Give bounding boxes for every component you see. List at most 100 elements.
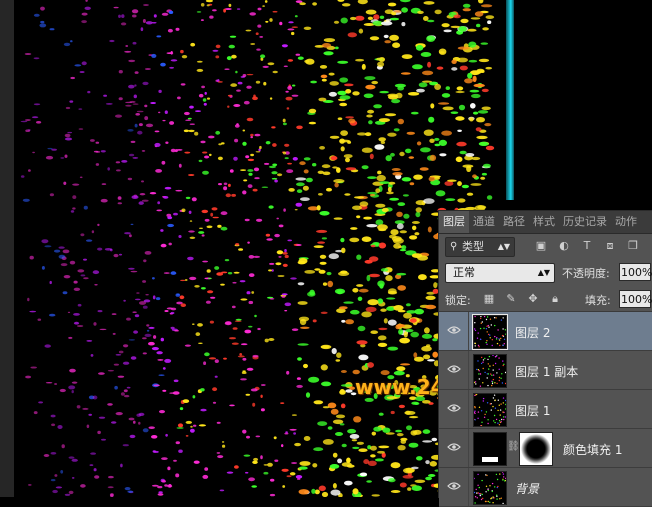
particle-dot — [88, 413, 92, 416]
particle-dot — [387, 346, 399, 351]
layer-name[interactable]: 图层 1 副本 — [515, 363, 578, 380]
particle-dot — [164, 310, 169, 312]
particle-dot — [268, 205, 274, 209]
eye-icon[interactable] — [447, 481, 461, 491]
eye-icon[interactable] — [447, 403, 461, 413]
smart-object-filter-icon[interactable]: ❐ — [627, 240, 639, 252]
tab-channels[interactable]: 通道 — [469, 211, 499, 233]
particle-dot — [320, 311, 328, 314]
thumbnail-dot — [480, 322, 482, 324]
layer-row-layer-1[interactable]: 图层 1 — [439, 390, 652, 429]
shape-filter-icon[interactable]: ⧈ — [604, 240, 616, 252]
thumbnail-dot — [497, 329, 499, 331]
particle-dot — [379, 15, 385, 19]
fill-input[interactable]: 100% — [619, 290, 652, 308]
adjustment-filter-icon[interactable]: ◐ — [558, 240, 570, 252]
layer-name[interactable]: 颜色填充 1 — [563, 441, 622, 458]
particle-dot — [128, 339, 135, 341]
particle-dot — [385, 18, 392, 22]
particle-dot — [328, 72, 335, 76]
particle-dot — [269, 97, 273, 100]
particle-dot — [196, 60, 203, 63]
thumbnail-dot — [474, 345, 476, 347]
particle-dot — [242, 141, 247, 146]
thumbnail-dot — [502, 402, 504, 404]
eye-icon[interactable] — [447, 325, 461, 335]
thumbnail-dot — [501, 373, 503, 375]
filter-kind-select[interactable]: ⚲ 类型 ▲▼ — [445, 237, 515, 257]
tab-layers[interactable]: 图层 — [439, 211, 469, 233]
layer-row-layer-2[interactable]: 图层 2 — [439, 312, 652, 351]
thumbnail-dot — [492, 502, 494, 504]
tab-paths[interactable]: 路径 — [499, 211, 529, 233]
particle-dot — [124, 394, 130, 398]
thumbnail-dot — [482, 400, 484, 402]
particle-dot — [97, 430, 101, 435]
particle-dot — [78, 128, 84, 130]
particle-dot — [322, 406, 330, 409]
type-filter-icon[interactable]: T — [581, 240, 593, 252]
thumbnail-dot — [495, 473, 498, 476]
particle-dot — [438, 102, 450, 105]
image-filter-icon[interactable]: ▣ — [535, 240, 547, 252]
layer-name[interactable]: 背景 — [515, 480, 539, 497]
particle-dot — [339, 138, 345, 144]
thumbnail-dot — [492, 374, 495, 376]
particle-dot — [41, 266, 45, 270]
particle-dot — [321, 43, 332, 48]
opacity-input[interactable]: 100% — [619, 263, 652, 281]
layer-name[interactable]: 图层 1 — [515, 402, 550, 419]
blend-mode-select[interactable]: 正常 ▲▼ — [445, 263, 555, 283]
tab-history[interactable]: 历史记录 — [559, 211, 611, 233]
particle-dot — [142, 19, 146, 23]
layer-name[interactable]: 图层 2 — [515, 324, 550, 341]
particle-dot — [156, 209, 162, 212]
lock-move-icon[interactable]: ✥ — [527, 293, 539, 305]
particle-dot — [402, 194, 409, 197]
tab-styles[interactable]: 样式 — [529, 211, 559, 233]
thumbnail-dot — [489, 318, 492, 320]
eye-icon[interactable] — [447, 364, 461, 374]
particle-dot — [167, 223, 175, 228]
layer-row-color-fill-1[interactable]: ⛓ 颜色填充 1 — [439, 429, 652, 468]
lock-paint-icon[interactable]: ✎ — [505, 293, 517, 305]
particle-dot — [68, 385, 76, 390]
thumbnail-dot — [489, 337, 491, 339]
particle-dot — [245, 155, 250, 159]
particle-dot — [30, 366, 37, 369]
thumbnail-dot — [503, 343, 505, 345]
particle-dot — [410, 111, 419, 115]
particle-dot — [190, 42, 196, 47]
particle-dot — [401, 177, 412, 182]
thumbnail-dot — [480, 498, 483, 501]
tab-actions[interactable]: 动作 — [611, 211, 641, 233]
particle-dot — [97, 247, 103, 251]
particle-dot — [125, 45, 129, 47]
thumbnail-dot — [481, 421, 483, 423]
particle-dot — [50, 452, 57, 455]
particle-dot — [471, 93, 481, 99]
particle-dot — [396, 366, 406, 372]
particle-dot — [269, 493, 276, 497]
eye-icon[interactable] — [447, 442, 461, 452]
particle-dot — [97, 223, 100, 227]
lock-transparent-icon[interactable]: ▦ — [483, 293, 495, 305]
particle-dot — [260, 455, 263, 460]
particle-dot — [410, 318, 417, 323]
particle-dot — [233, 156, 238, 161]
particle-dot — [397, 285, 407, 291]
thumbnail-dot — [485, 411, 488, 413]
layer-row-background[interactable]: 背景 — [439, 468, 652, 507]
particle-dot — [164, 358, 172, 363]
particle-dot — [187, 117, 192, 120]
lock-all-icon[interactable]: 🔒︎ — [549, 293, 561, 305]
particle-dot — [316, 229, 328, 233]
particle-dot — [168, 484, 172, 488]
particle-dot — [203, 361, 207, 366]
particle-dot — [339, 423, 345, 426]
layer-row-layer-1-copy[interactable]: 图层 1 副本 — [439, 351, 652, 390]
particle-dot — [250, 388, 258, 392]
particle-dot — [128, 59, 136, 63]
particle-dot — [113, 253, 119, 258]
particle-dot — [233, 104, 241, 107]
